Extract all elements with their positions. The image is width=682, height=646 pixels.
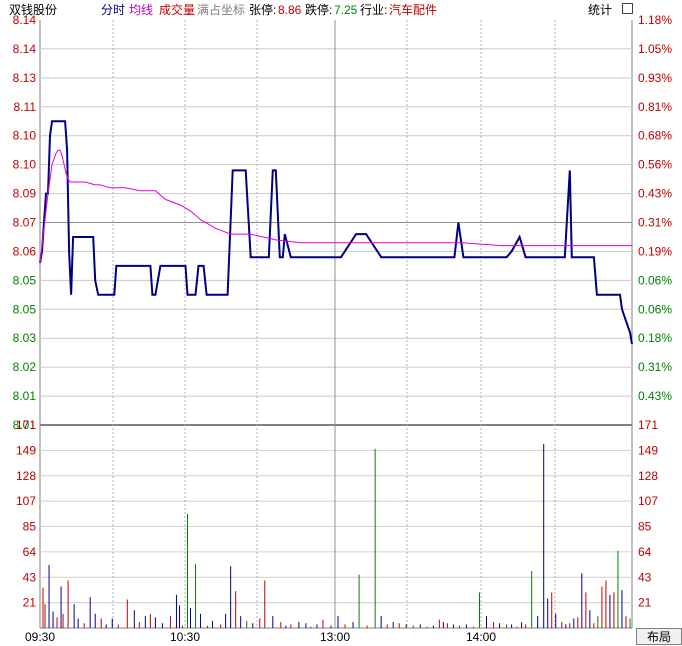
percent-tick-right: 1.05% [638, 42, 672, 56]
percent-tick-right: 0.43% [638, 389, 672, 403]
price-tick-left: 8.05 [13, 273, 37, 287]
percent-tick-right: 0.19% [638, 244, 672, 258]
volume-tick-right: 149 [638, 443, 658, 457]
volume-tick-right: 128 [638, 469, 658, 483]
percent-tick-right: 0.93% [638, 71, 672, 85]
percent-tick-right: 0.68% [638, 129, 672, 143]
price-tick-left: 8.10 [13, 129, 37, 143]
volume-tick-left: 21 [23, 596, 37, 610]
percent-tick-right: 0.56% [638, 158, 672, 172]
volume-tick-right: 64 [638, 545, 652, 559]
average-line [39, 149, 632, 264]
price-tick-left: 8.05 [13, 302, 37, 316]
price-tick-left: 8.07 [13, 216, 37, 230]
percent-tick-right: 1.18% [638, 13, 672, 27]
price-tick-left: 8.09 [13, 187, 37, 201]
volume-tick-right: 107 [638, 494, 658, 508]
price-tick-left: 8.13 [13, 71, 37, 85]
price-tick-left: 8.11 [14, 100, 37, 114]
volume-tick-left: 43 [23, 570, 37, 584]
layout-button[interactable]: 布局 [636, 628, 682, 645]
percent-tick-right: 0.31% [638, 216, 672, 230]
price-tick-left: 8.14 [13, 13, 37, 27]
price-tick-left: 8.02 [13, 360, 37, 374]
volume-tick-right: 171 [638, 418, 658, 432]
percent-tick-right: 0.43% [638, 187, 672, 201]
time-tick: 14:00 [466, 630, 496, 644]
price-tick-left: 8.01 [13, 389, 37, 403]
time-tick: 09:30 [25, 630, 55, 644]
volume-tick-left: 171 [16, 418, 36, 432]
percent-tick-right: 0.31% [638, 360, 672, 374]
price-tick-left: 8.03 [13, 331, 37, 345]
time-tick: 10:30 [170, 630, 200, 644]
price-line [39, 120, 633, 345]
volume-tick-right: 85 [638, 520, 652, 534]
intraday-chart: 8.14 8.14 8.13 8.11 8.10 8.10 8.09 8.07 8.06 8.05… [13, 13, 673, 644]
volume-tick-left: 149 [16, 443, 36, 457]
percent-tick-right: 0.06% [638, 302, 672, 316]
volume-tick-left: 107 [16, 494, 36, 508]
volume-tick-right: 43 [638, 570, 652, 584]
price-tick-left: 8.10 [13, 158, 37, 172]
volume-tick-right: 21 [638, 596, 652, 610]
time-tick: 13:00 [320, 630, 350, 644]
percent-tick-right: 0.06% [638, 273, 672, 287]
price-tick-left: 8.06 [13, 244, 37, 258]
percent-tick-right: 0.81% [638, 100, 672, 114]
volume-tick-left: 64 [23, 545, 37, 559]
percent-tick-right: 0.18% [638, 331, 672, 345]
volume-tick-left: 85 [23, 520, 37, 534]
volume-tick-left: 128 [16, 469, 36, 483]
price-tick-left: 8.14 [13, 42, 37, 56]
